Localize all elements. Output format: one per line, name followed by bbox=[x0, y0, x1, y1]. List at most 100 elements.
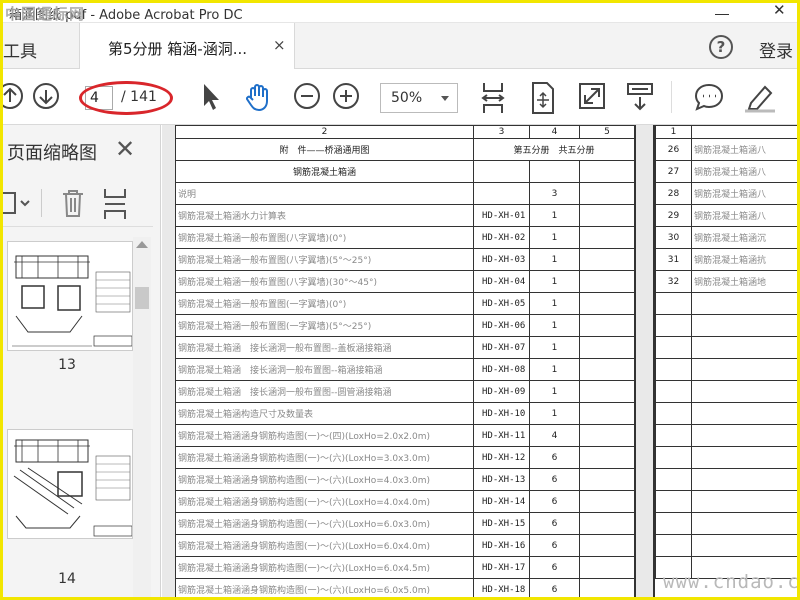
options-menu-icon[interactable] bbox=[0, 189, 31, 217]
empty-cell bbox=[655, 424, 692, 447]
sheet-count: 6 bbox=[529, 534, 580, 557]
empty-cell bbox=[655, 402, 692, 425]
drawing-code: HD-XH-08 bbox=[473, 358, 530, 381]
sheet-count: 1 bbox=[529, 314, 580, 337]
empty-cell bbox=[655, 490, 692, 513]
toolbar-divider bbox=[671, 81, 672, 113]
highlight-oval-annotation bbox=[79, 81, 173, 115]
drawing-name: 钢筋混凝土箱涵地 bbox=[691, 270, 797, 293]
tab-close-icon[interactable]: × bbox=[273, 36, 286, 54]
panel-divider bbox=[41, 189, 42, 217]
chevron-down-icon bbox=[441, 96, 449, 101]
drawing-code bbox=[473, 182, 530, 205]
empty-cell bbox=[655, 314, 692, 337]
sidebar-scrollbar[interactable] bbox=[133, 237, 151, 597]
empty-cell bbox=[655, 358, 692, 381]
table-row: 30 钢筋混凝土箱涵沉 bbox=[655, 226, 797, 249]
table-body: 26 钢筋混凝土箱涵八 27 钢筋混凝土箱涵八 28 钢筋混凝土箱涵八 29 钢筋混凝土箱涵八… bbox=[655, 138, 797, 579]
empty-row bbox=[655, 292, 797, 315]
empty-row bbox=[655, 534, 797, 557]
row-number: 31 bbox=[655, 248, 692, 271]
scrollbar-thumb[interactable] bbox=[135, 287, 149, 309]
document-view[interactable]: 2 3 4 5 附 件——桥涵通用图 第五分册 共五分册 钢筋混凝土箱涵 说明 3… bbox=[162, 125, 797, 597]
empty-cell bbox=[655, 468, 692, 491]
scroll-up-icon[interactable] bbox=[136, 241, 148, 248]
column-number-row: 2 3 4 5 bbox=[175, 125, 634, 139]
login-link[interactable]: 登录 bbox=[759, 37, 793, 62]
row-number: 28 bbox=[655, 182, 692, 205]
zoom-select[interactable]: 50% bbox=[380, 83, 458, 113]
comment-icon[interactable] bbox=[693, 81, 725, 113]
drawing-code: HD-XH-02 bbox=[473, 226, 530, 249]
fit-page-icon[interactable] bbox=[529, 81, 557, 115]
minimize-button[interactable] bbox=[715, 5, 729, 15]
table-row: 28 钢筋混凝土箱涵八 bbox=[655, 182, 797, 205]
sheet-count: 6 bbox=[529, 512, 580, 535]
tab-tools[interactable]: 工具 bbox=[3, 37, 37, 62]
table-row: 钢筋混凝土箱涵一般布置图(八字翼墙)(5°～25°) HD-XH-03 1 bbox=[175, 248, 634, 271]
table-row: 钢筋混凝土箱涵构造尺寸及数量表 HD-XH-10 1 bbox=[175, 402, 634, 425]
drawing-code: HD-XH-04 bbox=[473, 270, 530, 293]
full-screen-icon[interactable] bbox=[577, 81, 607, 111]
drawing-code: HD-XH-09 bbox=[473, 380, 530, 403]
prev-page-icon[interactable] bbox=[0, 81, 25, 111]
empty-cell bbox=[691, 512, 797, 535]
hand-tool-icon[interactable] bbox=[243, 81, 275, 113]
zoom-out-icon[interactable] bbox=[292, 81, 322, 111]
drawing-name: 钢筋混凝土箱涵涵身钢筋构造图(一)～(六)(LoxHo=6.0x3.0m) bbox=[175, 512, 474, 535]
empty-cell bbox=[691, 402, 797, 425]
drawing-name: 钢筋混凝土箱涵一般布置图(一字翼墙)(0°) bbox=[175, 292, 474, 315]
page-thumbnail[interactable] bbox=[7, 429, 133, 539]
insert-page-icon[interactable] bbox=[101, 187, 129, 221]
drawing-name: 钢筋混凝土箱涵涵身钢筋构造图(一)～(六)(LoxHo=4.0x4.0m) bbox=[175, 490, 474, 513]
sheet-count: 6 bbox=[529, 468, 580, 491]
empty-cell bbox=[691, 424, 797, 447]
drawing-index-table-right: 1 26 钢筋混凝土箱涵八 27 钢筋混凝土箱涵八 28 钢筋混凝土箱涵八 29 钢筋混凝土箱… bbox=[655, 125, 797, 579]
empty-cell bbox=[655, 534, 692, 557]
sheet-count: 1 bbox=[529, 380, 580, 403]
page-thumbnail[interactable] bbox=[7, 241, 133, 351]
remark-cell bbox=[579, 424, 634, 447]
column-number: 5 bbox=[579, 125, 634, 139]
table-row: 29 钢筋混凝土箱涵八 bbox=[655, 204, 797, 227]
empty-cell bbox=[691, 292, 797, 315]
table-row: 钢筋混凝土箱涵 接长涵洞一般布置图--盖板涵接箱涵 HD-XH-07 1 bbox=[175, 336, 634, 359]
drawing-name: 钢筋混凝土箱涵八 bbox=[691, 204, 797, 227]
header-left: 附 件——桥涵通用图 bbox=[175, 138, 474, 161]
remark-cell bbox=[579, 512, 634, 535]
drawing-name: 钢筋混凝土箱涵一般布置图(八字翼墙)(0°) bbox=[175, 226, 474, 249]
fit-width-icon[interactable] bbox=[479, 81, 507, 115]
tab-document[interactable]: 第5分册 箱涵-涵洞... × bbox=[79, 23, 295, 69]
table-row: 钢筋混凝土箱涵涵身钢筋构造图(一)～(六)(LoxHo=4.0x3.0m) HD-… bbox=[175, 468, 634, 491]
sheet-count: 1 bbox=[529, 358, 580, 381]
sheet-count: 1 bbox=[529, 270, 580, 293]
remark-cell bbox=[579, 468, 634, 491]
drawing-name: 钢筋混凝土箱涵涵身钢筋构造图(一)～(六)(LoxHo=6.0x4.0m) bbox=[175, 534, 474, 557]
empty-cell bbox=[691, 446, 797, 469]
drawing-code: HD-XH-06 bbox=[473, 314, 530, 337]
window-close-icon[interactable]: ✕ bbox=[773, 3, 786, 19]
drawing-name: 钢筋混凝土箱涵八 bbox=[691, 138, 797, 161]
next-page-icon[interactable] bbox=[31, 81, 61, 111]
row-number: 26 bbox=[655, 138, 692, 161]
table-body: 说明 3 钢筋混凝土箱涵水力计算表 HD-XH-01 1 钢筋混凝土箱涵一般布置图(八字翼… bbox=[175, 182, 634, 597]
drawing-code: HD-XH-13 bbox=[473, 468, 530, 491]
column-number: 3 bbox=[473, 125, 530, 139]
zoom-in-icon[interactable] bbox=[331, 81, 361, 111]
table-row: 钢筋混凝土箱涵涵身钢筋构造图(一)～(四)(LoxHo=2.0x2.0m) HD-… bbox=[175, 424, 634, 447]
sheet-count: 1 bbox=[529, 292, 580, 315]
drawing-name: 钢筋混凝土箱涵 接长涵洞一般布置图--盖板涵接箱涵 bbox=[175, 336, 474, 359]
highlight-pen-icon[interactable] bbox=[743, 81, 777, 113]
drawing-code: HD-XH-17 bbox=[473, 556, 530, 579]
select-arrow-icon[interactable] bbox=[199, 81, 223, 113]
delete-page-icon[interactable] bbox=[59, 187, 87, 219]
empty-row bbox=[655, 314, 797, 337]
sheet-count: 1 bbox=[529, 204, 580, 227]
panel-close-icon[interactable]: ✕ bbox=[115, 135, 135, 163]
help-icon[interactable]: ? bbox=[709, 35, 733, 59]
remark-cell bbox=[579, 358, 634, 381]
remark-cell bbox=[579, 292, 634, 315]
scroll-mode-icon[interactable] bbox=[625, 81, 655, 115]
sheet-count: 6 bbox=[529, 446, 580, 469]
drawing-name: 说明 bbox=[175, 182, 474, 205]
